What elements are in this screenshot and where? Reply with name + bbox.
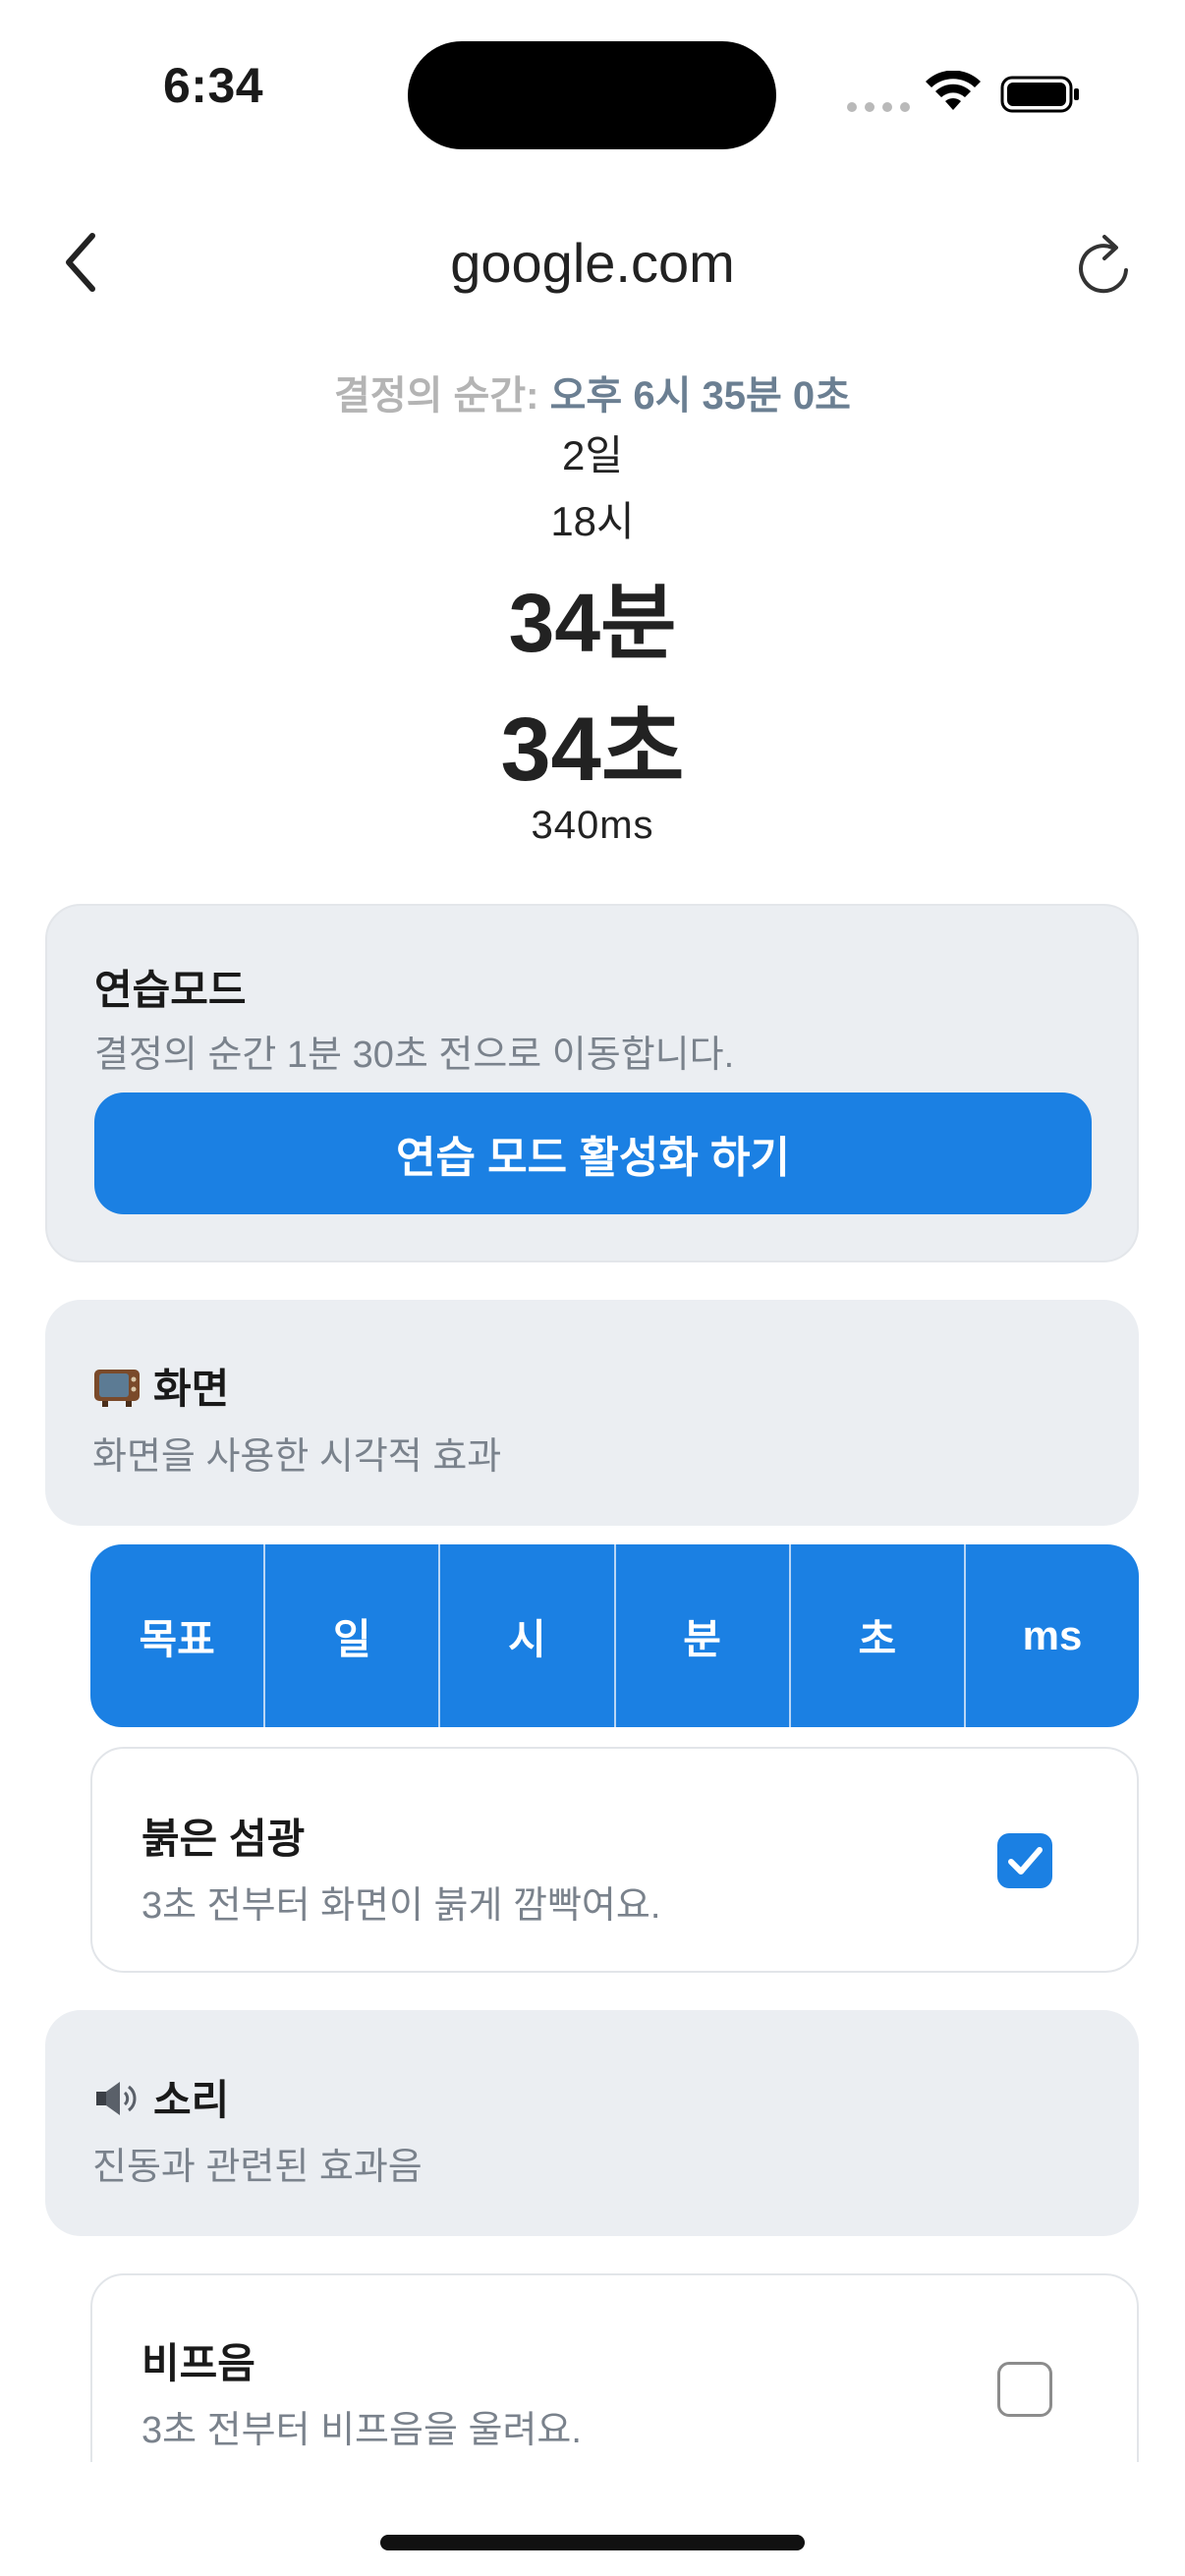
countdown-hours: 18시 [550,498,635,544]
television-icon [94,1370,140,1407]
bottom-safe-area [0,2462,1185,2576]
status-time: 6:34 [163,58,264,113]
countdown-minutes: 34분 [508,577,677,669]
decision-label: 결정의 순간: [334,374,539,418]
screen-section-title-row: 화면 [92,1356,229,1416]
tab-second[interactable]: 초 [791,1544,966,1727]
sound-section-header: 소리 진동과 관련된 효과음 [45,2010,1139,2236]
practice-mode-card: 연습모드 결정의 순간 1분 30초 전으로 이동합니다. 연습 모드 활성화 … [45,904,1139,1262]
refresh-icon[interactable] [1073,231,1138,300]
countdown-seconds: 34초 [500,700,685,800]
display-unit-tabs: 목표 일 시 분 초 ms [90,1544,1139,1727]
home-indicator[interactable] [380,2535,805,2550]
practice-description: 결정의 순간 1분 30초 전으로 이동합니다. [94,1035,735,1076]
dynamic-island [408,41,776,149]
sound-section-title: 소리 [153,2077,230,2123]
tab-millisecond[interactable]: ms [966,1544,1139,1727]
battery-icon [1000,76,1079,113]
beep-checkbox[interactable] [997,2362,1052,2417]
red-flash-option[interactable]: 붉은 섬광 3초 전부터 화면이 붉게 깜빡여요. [90,1747,1139,1973]
practice-title: 연습모드 [94,967,247,1013]
screen-section-header: 화면 화면을 사용한 시각적 효과 [45,1300,1139,1526]
countdown-days: 2일 [562,432,623,478]
decision-time: 오후 6시 35분 0초 [549,374,851,418]
tab-minute[interactable]: 분 [616,1544,791,1727]
decision-moment: 결정의 순간: 오후 6시 35분 0초 [0,364,1185,420]
wifi-icon [926,71,981,110]
sound-section-description: 진동과 관련된 효과음 [92,2147,423,2188]
tab-day[interactable]: 일 [265,1544,441,1727]
beep-title: 비프음 [141,2340,255,2386]
cellular-signal-icon [847,102,910,112]
countdown-milliseconds: 340ms [531,804,654,847]
beep-description: 3초 전부터 비프음을 울려요. [141,2410,582,2451]
page-title: google.com [450,232,735,294]
tab-hour[interactable]: 시 [440,1544,616,1727]
red-flash-description: 3초 전부터 화면이 붉게 깜빡여요. [141,1885,661,1927]
red-flash-title: 붉은 섬광 [141,1816,306,1862]
screen: 6:34 google.com 결정의 순간: 오후 6시 35분 0초 2일 … [0,0,1185,2576]
screen-section-title: 화면 [153,1366,230,1412]
activate-practice-button[interactable]: 연습 모드 활성화 하기 [94,1092,1092,1214]
sound-section-title-row: 소리 [92,2067,229,2127]
speaker-icon [96,2082,137,2115]
screen-section-description: 화면을 사용한 시각적 효과 [92,1436,502,1478]
red-flash-checkbox[interactable] [997,1833,1052,1888]
tab-target[interactable]: 목표 [90,1544,266,1727]
